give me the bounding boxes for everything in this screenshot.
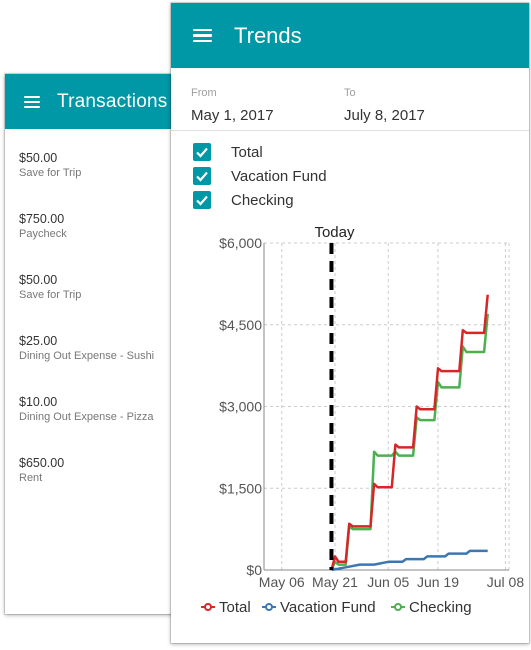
- series-checkboxes: Total Vacation Fund Checking: [171, 131, 529, 212]
- legend-label: Vacation Fund: [280, 599, 376, 616]
- transaction-item[interactable]: $50.00 Save for Trip: [5, 263, 195, 314]
- series-line-checking: [330, 313, 489, 571]
- trends-chart: $0$1,500$3,000$4,500$6,000May 06 May 21 Ju…: [201, 224, 525, 616]
- total-checkbox-row[interactable]: Total: [193, 140, 529, 164]
- transactions-app-bar: Transactions: [5, 74, 195, 129]
- check-icon: [196, 147, 208, 158]
- transaction-amount: $650.00: [19, 456, 65, 470]
- to-date-field[interactable]: To July 8, 2017: [344, 68, 497, 130]
- checkbox-total[interactable]: [193, 143, 211, 161]
- transaction-amount: $25.00: [19, 334, 58, 348]
- to-date-value[interactable]: July 8, 2017: [344, 107, 497, 124]
- from-label: From: [191, 87, 217, 99]
- today-label: Today: [314, 224, 355, 241]
- checkbox-label: Checking: [231, 191, 294, 209]
- series-line-vacation-fund: [331, 549, 488, 572]
- x-tick-label: May 06: [259, 574, 305, 590]
- legend-swatch-dot: [204, 603, 212, 611]
- transaction-item[interactable]: $750.00 Paycheck: [5, 202, 195, 253]
- checkbox-vacation-fund[interactable]: [193, 167, 211, 185]
- legend-label: Total: [219, 599, 251, 616]
- x-tick-label: May 21: [312, 574, 358, 590]
- transaction-amount: $750.00: [19, 212, 65, 226]
- menu-icon[interactable]: [193, 26, 212, 46]
- trends-app-bar: Trends: [171, 3, 529, 68]
- transaction-description: Dining Out Expense - Sushi: [19, 350, 155, 362]
- check-icon: [196, 195, 208, 206]
- transaction-list: $50.00 Save for Trip $750.00 Paycheck $5…: [5, 129, 195, 497]
- transaction-amount: $50.00: [19, 151, 58, 165]
- transaction-amount: $10.00: [19, 395, 58, 409]
- transaction-description: Save for Trip: [19, 289, 82, 301]
- legend-swatch-dot: [265, 603, 273, 611]
- transaction-item[interactable]: $25.00 Dining Out Expense - Sushi: [5, 324, 195, 375]
- menu-icon[interactable]: [24, 93, 40, 111]
- date-range: From May 1, 2017 To July 8, 2017: [171, 68, 529, 131]
- x-tick-label: Jun 19: [417, 574, 459, 590]
- transaction-item[interactable]: $650.00 Rent: [5, 446, 195, 497]
- transaction-description: Rent: [19, 472, 43, 484]
- legend-label: Checking: [409, 599, 472, 616]
- y-tick-label: $4,500: [219, 317, 262, 333]
- trends-title: Trends: [234, 22, 302, 48]
- vacation-fund-checkbox-row[interactable]: Vacation Fund: [193, 164, 529, 188]
- y-tick-label: $1,500: [219, 480, 262, 496]
- legend-swatch-dot: [394, 603, 402, 611]
- transactions-card: Transactions $50.00 Save for Trip $750.0…: [5, 74, 195, 614]
- transaction-description: Paycheck: [19, 228, 67, 240]
- checking-checkbox-row[interactable]: Checking: [193, 188, 529, 212]
- checkbox-label: Total: [231, 143, 263, 161]
- x-tick-label: Jun 05: [367, 574, 409, 590]
- trends-card: Trends From May 1, 2017 To July 8, 2017 …: [171, 3, 529, 643]
- transaction-item[interactable]: $10.00 Dining Out Expense - Pizza: [5, 385, 195, 436]
- from-date-value[interactable]: May 1, 2017: [191, 107, 344, 124]
- y-tick-label: $6,000: [219, 235, 262, 251]
- transaction-description: Dining Out Expense - Pizza: [19, 411, 154, 423]
- checkbox-checking[interactable]: [193, 191, 211, 209]
- transaction-amount: $50.00: [19, 273, 58, 287]
- transactions-title: Transactions: [57, 90, 168, 112]
- x-tick-label: Jul 08: [487, 574, 525, 590]
- transaction-description: Save for Trip: [19, 167, 82, 179]
- check-icon: [196, 171, 208, 182]
- from-date-field[interactable]: From May 1, 2017: [171, 68, 344, 130]
- checkbox-label: Vacation Fund: [231, 167, 327, 185]
- to-label: To: [344, 87, 356, 99]
- y-tick-label: $3,000: [219, 399, 262, 415]
- transaction-item[interactable]: $50.00 Save for Trip: [5, 141, 195, 192]
